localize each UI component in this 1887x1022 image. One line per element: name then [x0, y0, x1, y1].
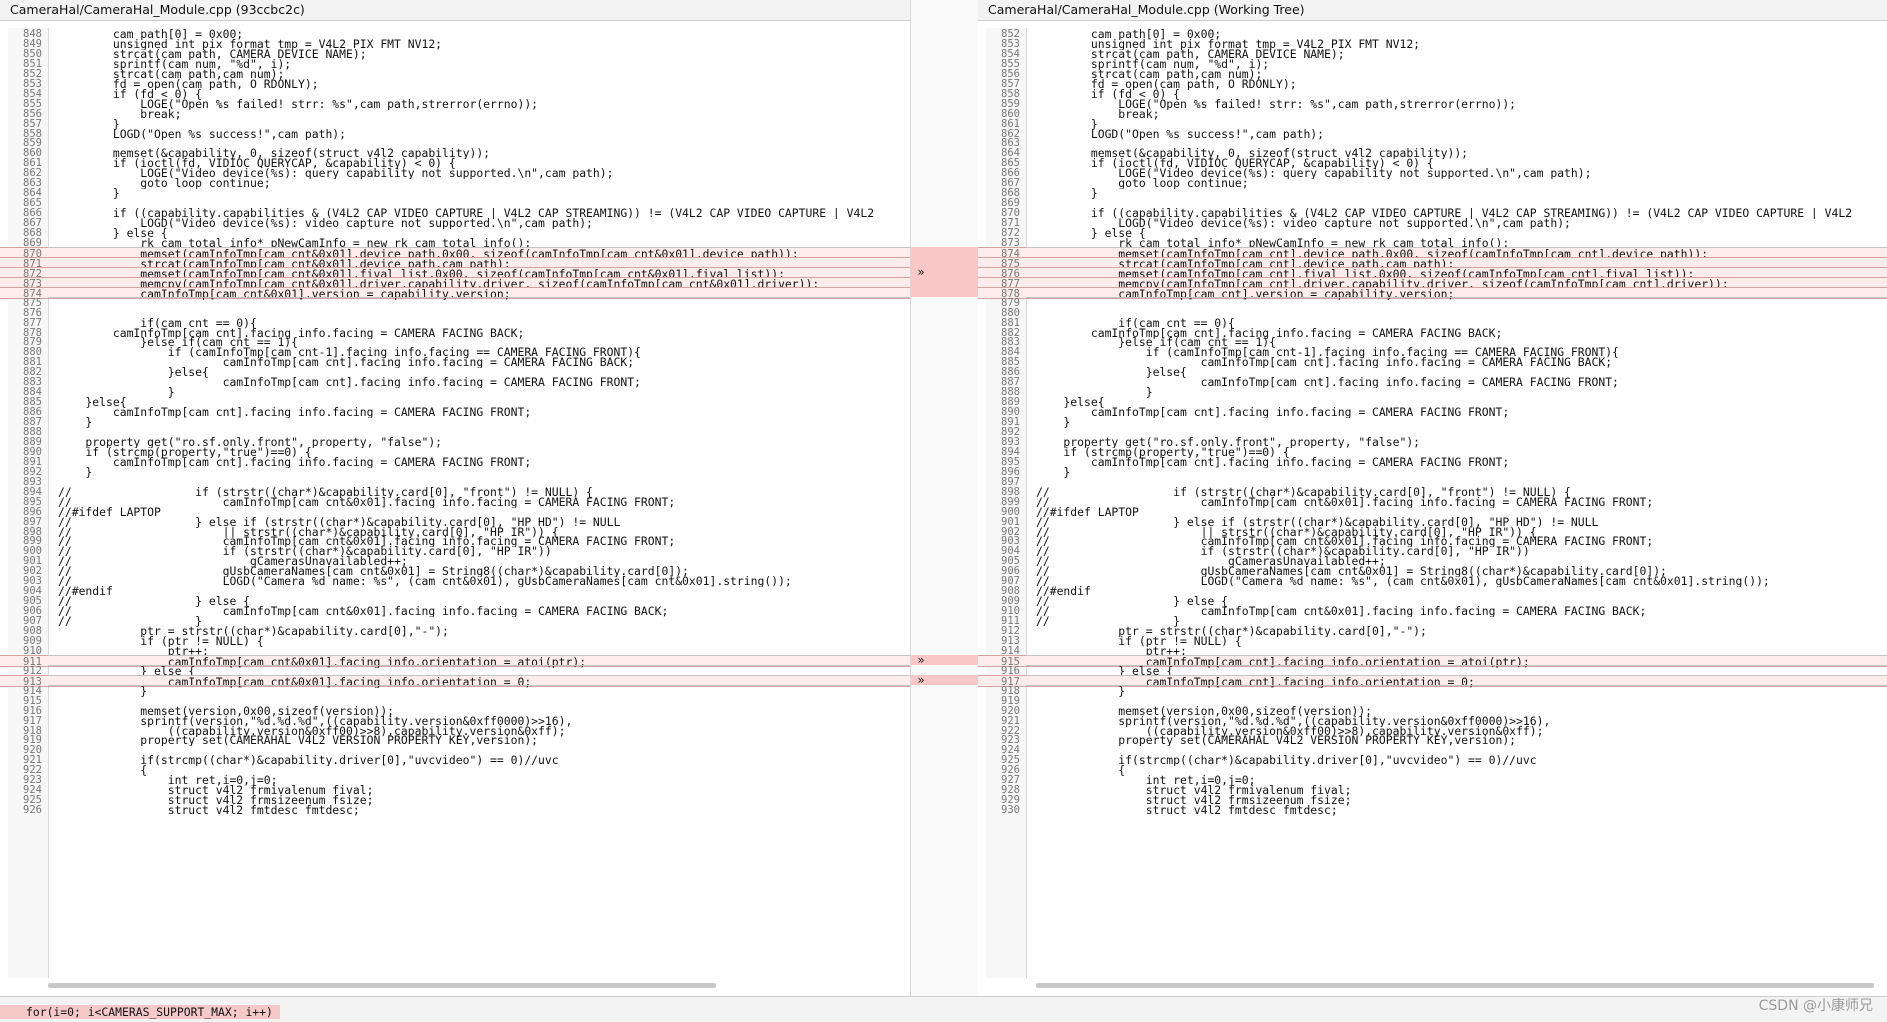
left-diff-pane[interactable]: CameraHal/CameraHal_Module.cpp (93ccbc2c… [0, 0, 910, 996]
hunk-separator [1026, 654, 1887, 656]
hunk-separator [48, 654, 910, 656]
right-horizontal-scrollbar[interactable] [1036, 983, 1874, 988]
line-number: 926 [23, 804, 42, 817]
code-line[interactable]: 930 struct v4l2_fmtdesc fmtdesc; [978, 804, 1887, 816]
hunk-separator [48, 246, 910, 248]
right-pane-title: CameraHal/CameraHal_Module.cpp (Working … [978, 0, 1887, 21]
hunk-separator [48, 664, 910, 666]
hunk-separator [1026, 246, 1887, 248]
hunk-separator [48, 684, 910, 686]
hunk-separator [48, 296, 910, 298]
bottom-detail-panel: for(i=0; i<CAMERAS_SUPPORT_MAX; i++) [0, 996, 1887, 1022]
watermark: CSDN @小康师兄 [1758, 998, 1873, 1014]
copy-to-right-arrow-icon[interactable]: » [911, 266, 931, 278]
diff-connector-strip: » » » [910, 0, 980, 996]
code-text: struct v4l2_fmtdesc fmtdesc; [1036, 804, 1338, 817]
line-number: 930 [1001, 804, 1020, 817]
right-diff-pane[interactable]: CameraHal/CameraHal_Module.cpp (Working … [978, 0, 1887, 996]
copy-to-right-arrow-icon[interactable]: » [911, 674, 931, 686]
copy-to-right-arrow-icon[interactable]: » [911, 654, 931, 666]
hunk-separator [1026, 664, 1887, 666]
hunk-separator [1026, 674, 1887, 676]
hunk-separator [48, 674, 910, 676]
bottom-changed-line: for(i=0; i<CAMERAS_SUPPORT_MAX; i++) [0, 1005, 280, 1019]
right-code-lines[interactable]: 852 cam_path[0] = 0x00; 853 unsigned int … [978, 28, 1887, 978]
hunk-separator [1026, 684, 1887, 686]
left-code-lines[interactable]: 848 cam_path[0] = 0x00; 849 unsigned int … [0, 28, 910, 978]
code-text: struct v4l2_fmtdesc fmtdesc; [58, 804, 360, 817]
code-line[interactable]: 926 struct v4l2_fmtdesc fmtdesc; [0, 804, 910, 816]
left-pane-title: CameraHal/CameraHal_Module.cpp (93ccbc2c… [0, 0, 910, 21]
hunk-separator [1026, 296, 1887, 298]
left-horizontal-scrollbar[interactable] [48, 983, 716, 988]
